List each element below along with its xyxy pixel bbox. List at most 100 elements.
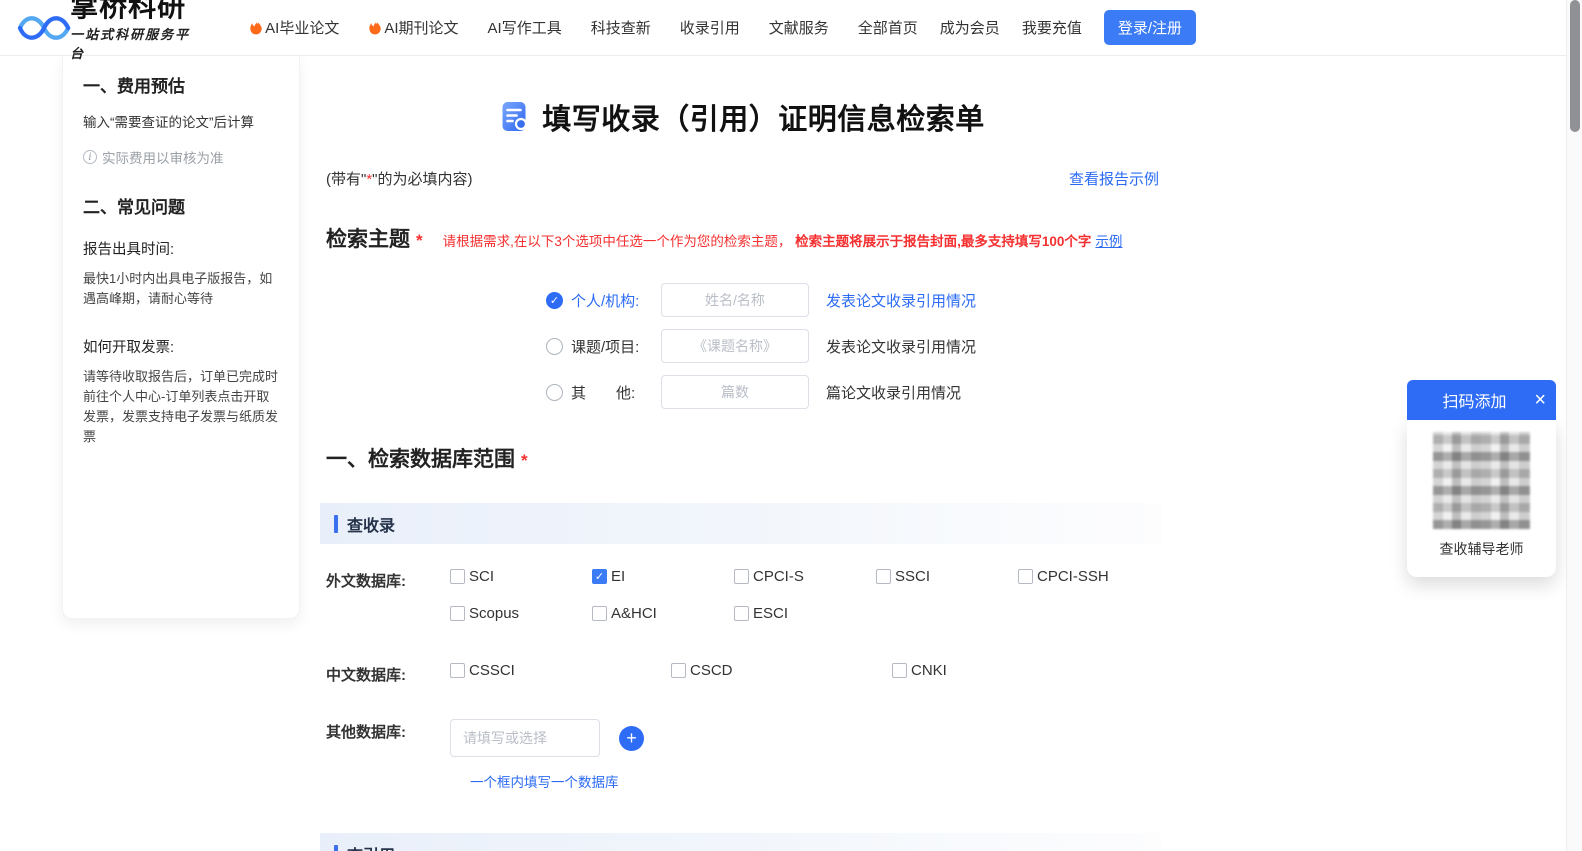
checkbox-item-cssci[interactable]: CSSCI (450, 662, 671, 679)
other-db-helper-link[interactable]: 一个框内填写一个数据库 (470, 771, 644, 791)
faq2-body: 请等待收取报告后，订单已完成时前往个人中心-订单列表点击开取发票，发票支持电子发… (83, 368, 279, 444)
checkbox-item-ahci[interactable]: A&HCI (592, 605, 734, 622)
qr-panel-body: 查收辅导老师 (1407, 420, 1556, 577)
radio-other[interactable] (546, 383, 563, 401)
personal-name-input[interactable] (661, 283, 809, 317)
add-database-button[interactable]: + (619, 725, 644, 751)
top-right-links: 首页 成为会员 我要充值 登录/注册 (888, 10, 1196, 45)
page: 掌桥科研 一站式科研服务平台 AI毕业论文 AI期刊论文 AI写作工具 科技查新… (0, 0, 1582, 851)
nav-item-ai-journal[interactable]: AI期刊论文 (368, 17, 459, 38)
nav-label: AI期刊论文 (384, 20, 459, 37)
checkbox-item-scopus[interactable]: Scopus (450, 605, 592, 622)
link-recharge[interactable]: 我要充值 (1022, 17, 1082, 38)
option-suffix-link[interactable]: 发表论文收录引用情况 (826, 290, 976, 311)
check-inclusion-banner: 查收录 (320, 503, 1161, 544)
checkbox (450, 663, 465, 678)
option-label: 其 他: (571, 384, 636, 402)
nav-label: 收录引用 (679, 20, 740, 37)
faq2-title: 如何开取发票: (83, 339, 175, 356)
checkbox (450, 606, 465, 621)
link-home[interactable]: 首页 (888, 17, 918, 38)
link-become-member[interactable]: 成为会员 (940, 17, 1000, 38)
page-scrollbar[interactable] (1566, 0, 1582, 851)
checkbox (892, 663, 907, 678)
checkbox-label: A&HCI (611, 605, 657, 622)
checkbox-label: ESCI (753, 605, 789, 622)
nav-label: 文献服务 (768, 20, 829, 37)
view-report-sample-link[interactable]: 查看报告示例 (1069, 168, 1159, 189)
cost-estimate-note: i 实际费用以审核为准 (83, 147, 279, 167)
other-database-input[interactable] (450, 719, 600, 757)
cost-estimate-heading: 一、费用预估 (83, 77, 185, 96)
close-icon[interactable]: × (1534, 390, 1546, 410)
chinese-database-row: 中文数据库: CSSCI CSCD CNKI (320, 662, 1165, 685)
login-register-button[interactable]: 登录/注册 (1103, 10, 1196, 45)
option-label: 课题/项目: (571, 338, 640, 356)
checkbox-item-cpci-s[interactable]: CPCI-S (734, 568, 876, 585)
left-info-card: 一、费用预估 输入“需要查证的论文”后计算 i 实际费用以审核为准 二、常见问题… (62, 56, 300, 619)
form-title-row: 填写收录（引用）证明信息检索单 (320, 96, 1165, 138)
checkbox (734, 569, 749, 584)
scrollbar-thumb[interactable] (1570, 0, 1580, 132)
chinese-db-checkbox-grid: CSSCI CSCD CNKI (450, 662, 1113, 679)
nav-item-all[interactable]: 全部 (858, 17, 888, 38)
page-title: 填写收录（引用）证明信息检索单 (542, 104, 985, 136)
checkbox-item-cnki[interactable]: CNKI (892, 662, 1113, 679)
checkbox (1018, 569, 1033, 584)
cost-note-text: 实际费用以审核为准 (102, 151, 224, 167)
faq1-title: 报告出具时间: (83, 242, 175, 259)
flame-icon (250, 20, 262, 34)
option-project: 课题/项目: 发表论文收录引用情况 (546, 329, 1165, 363)
banner-accent-bar (334, 844, 338, 851)
nav-label: AI毕业论文 (265, 20, 340, 37)
qr-float-panel: 扫码添加 × 查收辅导老师 (1407, 380, 1556, 577)
nav-label: 科技查新 (590, 20, 651, 37)
option-personal-institution: ✓ 个人/机构: 发表论文收录引用情况 (546, 283, 1165, 317)
search-topic-row: 检索主题 * 请根据需求,在以下3个选项中任选一个作为您的检索主题， 检索主题将… (320, 223, 1165, 253)
checkbox-item-ssci[interactable]: SSCI (876, 568, 1018, 585)
checkbox-item-ei[interactable]: ✓ EI (592, 568, 734, 585)
checkbox-item-cpci-ssh[interactable]: CPCI-SSH (1018, 568, 1160, 585)
search-topic-heading: 检索主题 (326, 228, 410, 251)
project-name-input[interactable] (661, 329, 809, 363)
checkbox-label: CSSCI (469, 662, 515, 679)
checkbox-checked: ✓ (592, 569, 607, 584)
info-icon: i (83, 150, 97, 165)
qr-caption: 查收辅导老师 (1439, 541, 1524, 557)
checkbox-label: SCI (469, 568, 495, 585)
nav-item-tech-novelty[interactable]: 科技查新 (591, 17, 651, 38)
nav-label: 全部 (857, 20, 888, 37)
option-suffix: 篇论文收录引用情况 (826, 384, 962, 402)
nav-item-citation-index[interactable]: 收录引用 (680, 17, 740, 38)
paper-count-input[interactable] (661, 375, 809, 409)
other-database-row: 其他数据库: + 一个框内填写一个数据库 (320, 719, 1165, 791)
banner-title: 查引用 (347, 842, 395, 851)
topic-option-group: ✓ 个人/机构: 发表论文收录引用情况 课题/项目: 发表论文收录引用情况 其 … (320, 283, 1165, 409)
document-search-icon (502, 101, 530, 132)
checkbox (876, 569, 891, 584)
checkbox-item-cscd[interactable]: CSCD (671, 662, 892, 679)
checkbox-label: SSCI (895, 568, 931, 585)
nav-item-ai-writing-tools[interactable]: AI写作工具 (488, 17, 562, 38)
main-nav: AI毕业论文 AI期刊论文 AI写作工具 科技查新 收录引用 文献服务 全部 (249, 17, 888, 38)
foreign-db-checkbox-grid: SCI ✓ EI CPCI-S SSCI CPCI-SSH Scopus A&HC… (450, 568, 1160, 622)
checkbox-item-sci[interactable]: SCI (450, 568, 592, 585)
brand-tagline: 一站式科研服务平台 (70, 28, 191, 62)
foreign-database-row: 外文数据库: SCI ✓ EI CPCI-S SSCI CPCI-SSH Scop… (320, 568, 1165, 622)
brand-logo[interactable]: 掌桥科研 一站式科研服务平台 (14, 0, 201, 62)
radio-personal-institution[interactable]: ✓ (546, 291, 563, 309)
checkbox-label: EI (611, 568, 626, 585)
cost-estimate-line: 输入“需要查证的论文”后计算 (83, 115, 254, 130)
checkbox-label: Scopus (469, 605, 520, 622)
checkbox-item-esci[interactable]: ESCI (734, 605, 876, 622)
nav-item-ai-thesis[interactable]: AI毕业论文 (249, 17, 339, 38)
faq-heading: 二、常见问题 (83, 198, 185, 218)
radio-project[interactable] (546, 337, 563, 355)
nav-item-literature-service[interactable]: 文献服务 (769, 17, 829, 38)
top-navigation-bar: 掌桥科研 一站式科研服务平台 AI毕业论文 AI期刊论文 AI写作工具 科技查新… (0, 0, 1566, 62)
checkbox-label: CSCD (690, 662, 733, 679)
option-label: 个人/机构: (571, 292, 640, 310)
topic-example-link[interactable]: 示例 (1095, 230, 1122, 250)
required-note: (带有"*"的为必填内容) (326, 171, 473, 188)
chinese-db-label: 中文数据库: (326, 667, 406, 684)
